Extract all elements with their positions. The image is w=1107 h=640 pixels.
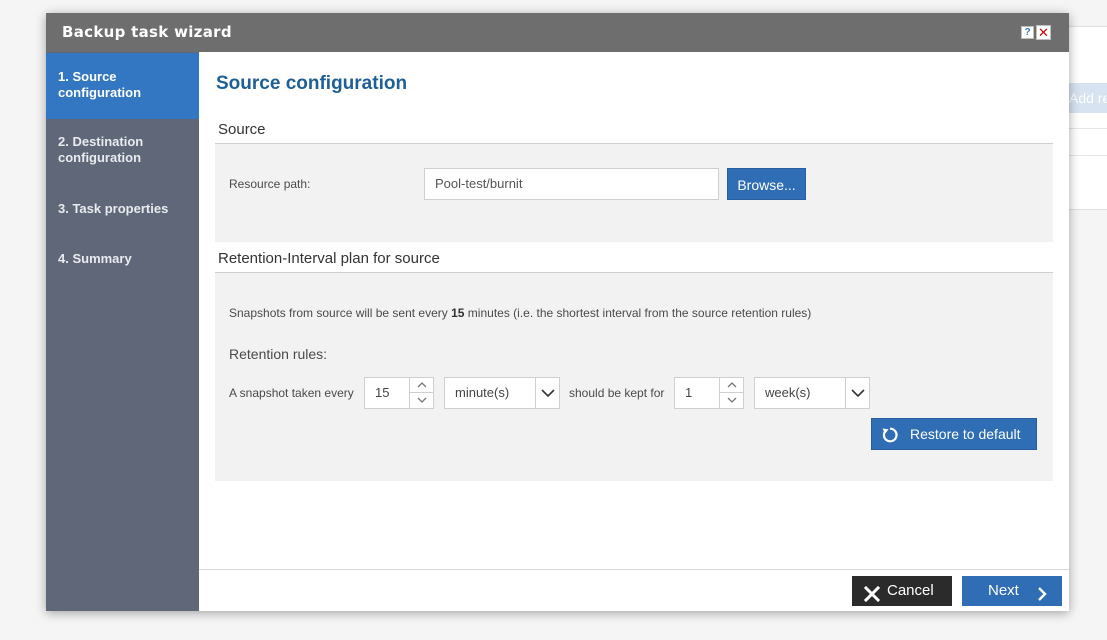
- snapshot-every-label: A snapshot taken every: [229, 386, 354, 400]
- spinner-arrows: [409, 378, 433, 408]
- keep-number-value[interactable]: 1: [685, 378, 692, 408]
- interval-unit-value[interactable]: minute(s): [455, 378, 509, 408]
- step-source-configuration[interactable]: 1. Source configuration: [46, 53, 199, 119]
- resource-path-label: Resource path:: [229, 177, 311, 191]
- chevron-down-icon[interactable]: [720, 393, 743, 408]
- browse-button[interactable]: Browse...: [727, 168, 806, 200]
- background-add-button: Add re: [1069, 83, 1107, 113]
- footer-divider: [199, 569, 1069, 570]
- restore-to-default-button[interactable]: Restore to default: [871, 418, 1037, 450]
- interval-number-spinner[interactable]: 15: [364, 377, 434, 409]
- retention-rules-label: Retention rules:: [229, 346, 328, 362]
- background-panel: Add re: [1069, 26, 1107, 210]
- interval-number-value[interactable]: 15: [375, 378, 389, 408]
- step-destination-configuration[interactable]: 2. Destination configuration: [46, 134, 199, 166]
- close-icon: [863, 583, 881, 603]
- restore-label: Restore to default: [910, 426, 1021, 442]
- chevron-down-icon[interactable]: [410, 393, 433, 408]
- retention-section-title: Retention-Interval plan for source: [218, 250, 440, 267]
- spinner-arrows: [719, 378, 743, 408]
- next-button[interactable]: Next: [962, 576, 1062, 606]
- chevron-right-icon: [1034, 583, 1050, 601]
- snapshot-interval-info: Snapshots from source will be sent every…: [229, 306, 811, 320]
- background-divider: [1069, 128, 1107, 129]
- keep-number-spinner[interactable]: 1: [674, 377, 744, 409]
- interval-unit-select[interactable]: minute(s): [444, 377, 560, 409]
- chevron-up-icon[interactable]: [410, 378, 433, 393]
- next-label: Next: [988, 582, 1019, 599]
- backup-task-wizard-dialog: Backup task wizard ? ✕ 1. Source configu…: [46, 13, 1069, 611]
- cancel-button[interactable]: Cancel: [852, 576, 952, 606]
- keep-unit-select[interactable]: week(s): [754, 377, 870, 409]
- kept-for-label: should be kept for: [569, 386, 665, 400]
- step-task-properties[interactable]: 3. Task properties: [46, 201, 199, 217]
- page-title: Source configuration: [216, 73, 408, 94]
- wizard-content: Source configuration Source Resource pat…: [199, 52, 1069, 611]
- chevron-up-icon[interactable]: [720, 378, 743, 393]
- close-dialog-icon[interactable]: ✕: [1036, 25, 1051, 40]
- keep-unit-value[interactable]: week(s): [765, 378, 811, 408]
- step-summary[interactable]: 4. Summary: [46, 251, 199, 267]
- retention-panel: Snapshots from source will be sent every…: [215, 273, 1053, 481]
- wizard-steps-sidebar: 1. Source configuration 2. Destination c…: [46, 52, 199, 611]
- dialog-titlebar: Backup task wizard ? ✕: [46, 13, 1069, 52]
- chevron-down-icon[interactable]: [535, 378, 559, 408]
- interval-value: 15: [451, 306, 465, 320]
- resource-path-input[interactable]: Pool-test/burnit: [424, 168, 719, 200]
- help-icon[interactable]: ?: [1021, 26, 1034, 39]
- refresh-icon: [880, 425, 900, 445]
- interval-prefix: Snapshots from source will be sent every: [229, 306, 452, 320]
- interval-suffix: minutes (i.e. the shortest interval from…: [464, 306, 812, 320]
- source-section-title: Source: [218, 121, 266, 138]
- cancel-label: Cancel: [887, 582, 934, 599]
- background-divider: [1069, 155, 1107, 156]
- source-panel: Resource path: Pool-test/burnit Browse..…: [215, 144, 1053, 242]
- dialog-title: Backup task wizard: [62, 23, 232, 41]
- chevron-down-icon[interactable]: [845, 378, 869, 408]
